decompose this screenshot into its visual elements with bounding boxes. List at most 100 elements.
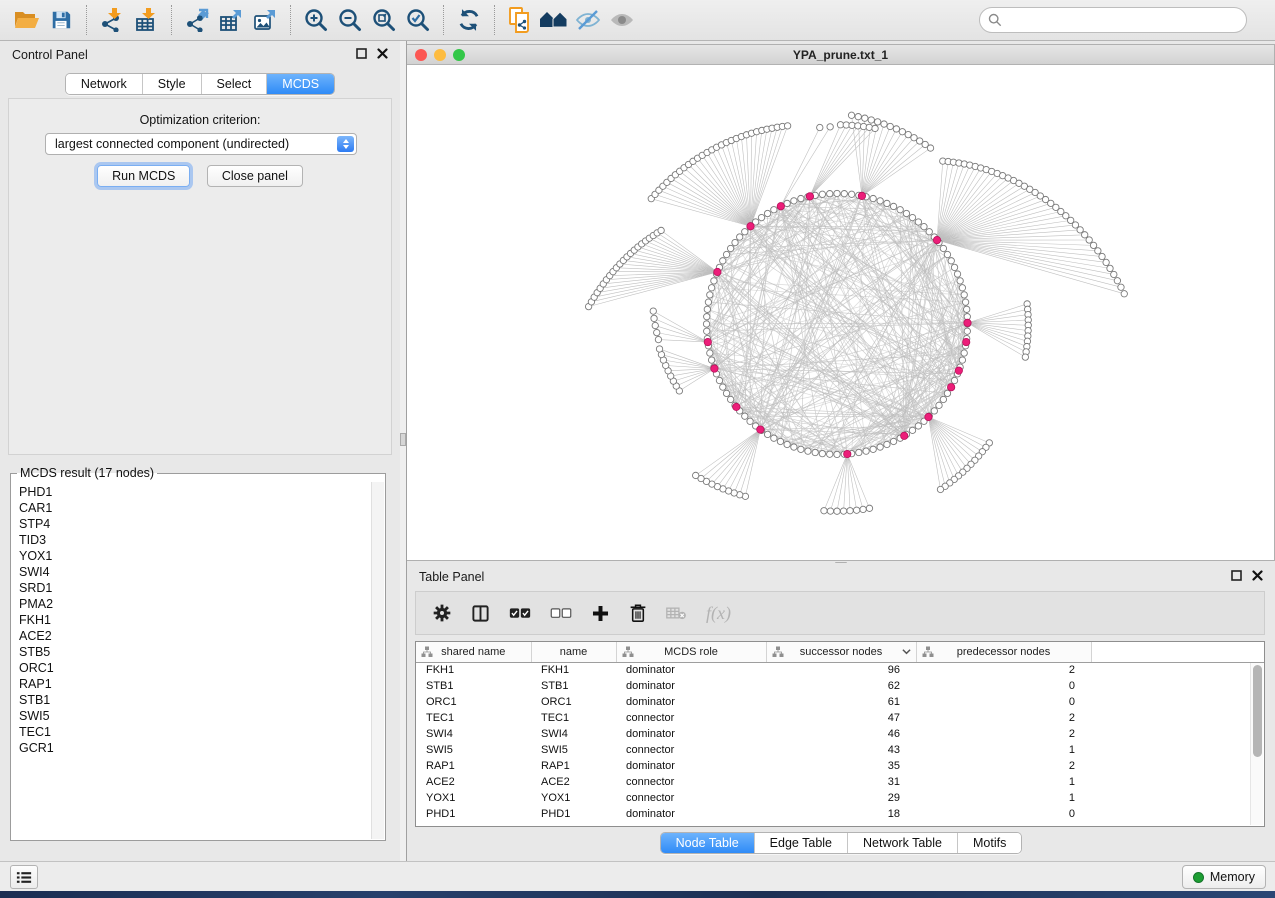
export-table-button[interactable]: [214, 4, 248, 36]
graph-node[interactable]: [791, 444, 797, 450]
graph-node[interactable]: [948, 258, 954, 264]
search-input[interactable]: [1002, 10, 1246, 30]
table-cell[interactable]: ORC1: [416, 694, 531, 710]
graph-node[interactable]: [651, 315, 657, 321]
graph-node[interactable]: [784, 441, 790, 447]
mcds-node-item[interactable]: YOX1: [19, 548, 371, 564]
graph-node[interactable]: [1086, 237, 1092, 243]
close-panel-button[interactable]: Close panel: [207, 165, 303, 187]
graph-mcds-node[interactable]: [704, 338, 711, 345]
table-cell[interactable]: FKH1: [416, 662, 531, 678]
graph-node[interactable]: [848, 191, 854, 197]
graph-node[interactable]: [716, 377, 722, 383]
mcds-node-item[interactable]: TEC1: [19, 724, 371, 740]
mcds-result-list[interactable]: PHD1CAR1STP4TID3YOX1SWI4SRD1PMA2FKH1ACE2…: [12, 482, 371, 839]
graph-node[interactable]: [863, 448, 869, 454]
graph-node[interactable]: [708, 285, 714, 291]
table-cell[interactable]: connector: [616, 710, 766, 726]
graph-node[interactable]: [940, 245, 946, 251]
table-cell[interactable]: SWI5: [416, 742, 531, 758]
graph-node[interactable]: [732, 239, 738, 245]
houses-button[interactable]: [537, 4, 571, 36]
graph-node[interactable]: [742, 229, 748, 235]
graph-node[interactable]: [650, 308, 656, 314]
graph-node[interactable]: [771, 435, 777, 441]
graph-node[interactable]: [834, 190, 840, 196]
table-cell[interactable]: 2: [916, 726, 1091, 742]
zoom-out-button[interactable]: [333, 4, 367, 36]
table-cell[interactable]: connector: [616, 742, 766, 758]
zoom-fit-button[interactable]: [367, 4, 401, 36]
graph-node[interactable]: [798, 446, 804, 452]
graph-node[interactable]: [962, 299, 968, 305]
graph-node[interactable]: [964, 306, 970, 312]
graph-node[interactable]: [1111, 271, 1117, 277]
table-cell[interactable]: 31: [766, 774, 916, 790]
graph-node[interactable]: [720, 384, 726, 390]
table-cell[interactable]: ACE2: [416, 774, 531, 790]
table-row[interactable]: SWI4SWI4dominator462: [416, 726, 1264, 742]
graph-node[interactable]: [777, 438, 783, 444]
graph-mcds-node[interactable]: [947, 384, 954, 391]
criterion-select[interactable]: largest connected component (undirected): [45, 133, 357, 155]
graph-node[interactable]: [899, 129, 905, 135]
table-cell[interactable]: PHD1: [531, 806, 616, 822]
table-cell[interactable]: RAP1: [531, 758, 616, 774]
graph-node[interactable]: [903, 210, 909, 216]
delete-trash-icon[interactable]: [629, 603, 647, 623]
table-cell[interactable]: 62: [766, 678, 916, 694]
graph-node[interactable]: [870, 446, 876, 452]
graph-node[interactable]: [704, 306, 710, 312]
graph-node[interactable]: [866, 505, 872, 511]
graph-node[interactable]: [909, 214, 915, 220]
graph-node[interactable]: [704, 313, 710, 319]
table-cell[interactable]: 0: [916, 806, 1091, 822]
table-row[interactable]: ORC1ORC1dominator610: [416, 694, 1264, 710]
graph-node[interactable]: [771, 207, 777, 213]
table-settings-gear-icon[interactable]: [432, 603, 452, 623]
column-header-shared-name[interactable]: shared name: [416, 642, 531, 662]
graph-node[interactable]: [964, 328, 970, 334]
graph-node[interactable]: [827, 508, 833, 514]
graph-node[interactable]: [954, 271, 960, 277]
graph-node[interactable]: [944, 251, 950, 257]
table-row[interactable]: RAP1RAP1dominator352: [416, 758, 1264, 774]
graph-node[interactable]: [655, 336, 661, 342]
table-cell[interactable]: 35: [766, 758, 916, 774]
graph-node[interactable]: [1107, 265, 1113, 271]
memory-button[interactable]: Memory: [1182, 865, 1266, 889]
show-columns-icon[interactable]: [471, 604, 490, 623]
graph-node[interactable]: [652, 322, 658, 328]
table-cell[interactable]: 29: [766, 790, 916, 806]
graph-node[interactable]: [909, 427, 915, 433]
graph-node[interactable]: [708, 357, 714, 363]
mcds-node-item[interactable]: PHD1: [19, 484, 371, 500]
table-row[interactable]: TEC1TEC1connector472: [416, 710, 1264, 726]
graph-node[interactable]: [758, 214, 764, 220]
graph-node[interactable]: [874, 119, 880, 125]
graph-mcds-node[interactable]: [955, 367, 962, 374]
graph-mcds-node[interactable]: [963, 338, 970, 345]
tab-select[interactable]: Select: [202, 74, 268, 94]
network-canvas[interactable]: [407, 65, 1273, 560]
graph-node[interactable]: [827, 451, 833, 457]
table-row[interactable]: SWI5SWI5connector431: [416, 742, 1264, 758]
graph-node[interactable]: [853, 507, 859, 513]
graph-node[interactable]: [866, 124, 872, 130]
table-cell[interactable]: dominator: [616, 726, 766, 742]
tab-edge-table[interactable]: Edge Table: [755, 833, 848, 853]
graph-mcds-node[interactable]: [933, 236, 940, 243]
table-cell[interactable]: ORC1: [531, 694, 616, 710]
table-row[interactable]: FKH1FKH1dominator962: [416, 662, 1264, 678]
import-network-button[interactable]: [95, 4, 129, 36]
column-header-mcds-role[interactable]: MCDS role: [616, 642, 766, 662]
graph-node[interactable]: [656, 346, 662, 352]
graph-node[interactable]: [890, 438, 896, 444]
graph-node[interactable]: [705, 299, 711, 305]
graph-node[interactable]: [737, 234, 743, 240]
graph-node[interactable]: [862, 115, 868, 121]
tab-motifs[interactable]: Motifs: [958, 833, 1021, 853]
save-session-button[interactable]: [44, 4, 78, 36]
graph-node[interactable]: [961, 350, 967, 356]
select-all-icon[interactable]: [509, 607, 531, 620]
